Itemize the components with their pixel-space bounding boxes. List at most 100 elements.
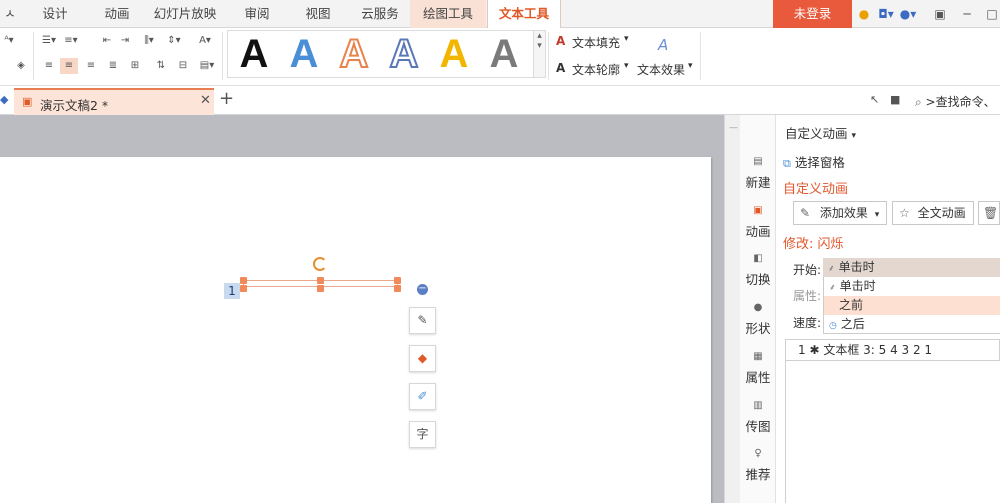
resize-handle[interactable] [394,285,401,292]
collapse-pane-icon[interactable]: — [729,123,738,133]
chevron-down-icon[interactable]: ▾ [688,61,693,71]
document-tab[interactable]: ▣ 演示文稿2 * ✕ [14,88,214,115]
pointer-icon[interactable]: ↖ [870,93,879,106]
justify-icon[interactable]: ≣ [104,58,122,74]
align-right-icon[interactable]: ≡ [82,58,100,74]
gallery-scroll-button[interactable]: ▴ ▾ [534,30,546,78]
chevron-down-icon[interactable]: ▾ [624,34,629,44]
text-effect-button[interactable]: 文本效果 [637,61,685,78]
menu-tab[interactable]: 设计 [30,0,80,28]
vertical-align-icon[interactable]: ⇅ [152,58,170,74]
sidebar-item-label: 形状 [745,321,771,336]
indent-increase-icon[interactable]: ⇥ [116,33,134,49]
login-button[interactable]: 未登录 [773,0,852,28]
full-text-animation-button[interactable]: ☆ 全文动画 [892,201,974,225]
align-left-icon[interactable]: ≡ [40,58,58,74]
outline-icon[interactable]: ✐ [409,383,436,410]
palette-icon[interactable]: ● [857,5,871,23]
select-pane-button[interactable]: ⧉ 选择窗格 [783,152,845,171]
upload-image-icon: ▥ [753,400,763,411]
text-outline-icon[interactable]: A [556,61,565,75]
cube-icon: ◆ [0,93,9,106]
text-style-option[interactable]: A [232,32,276,76]
fill-icon[interactable]: ◆ [409,345,436,372]
help-icon[interactable]: ●▾ [899,5,917,23]
document-tab-bar: ◆ ▣ 演示文稿2 * ✕ + ↖ ■ ⌕ >查找命令、 [0,86,1000,115]
start-select[interactable]: ⸙ 单击时 [823,258,1000,277]
pane-title[interactable]: 自定义动画 ▾ [785,123,856,142]
start-option-click[interactable]: ⸙ 单击时 [823,277,1000,296]
text-direction-icon[interactable]: A▾ [196,33,214,49]
text-fill-button[interactable]: 文本填充 [572,34,620,51]
text-style-option[interactable]: A [332,31,376,77]
animation-list-item[interactable]: 1 ✱ 文本框 3: 5 4 3 2 1 [785,339,1000,361]
bullet-list-icon[interactable]: ☰▾ [40,33,58,49]
sidebar-item-new[interactable]: ▤ 新建 [740,155,776,191]
resize-handle[interactable] [240,285,247,292]
edit-shape-icon[interactable]: ✎ [409,307,436,334]
text-style-gallery: AAAAAA [227,30,534,78]
comment-icon[interactable]: ■ [890,93,900,106]
sidebar-item-transition[interactable]: ◧ 切换 [740,252,776,288]
search-icon: ⌕ [915,95,926,109]
separator [33,32,34,80]
text-fill-icon[interactable]: A [556,34,565,48]
menu-tab[interactable]: 动画 [92,0,142,28]
distribute-icon[interactable]: ⊞ [126,58,144,74]
indent-decrease-icon[interactable]: ⇤ [98,33,116,49]
text-style-option[interactable]: A [432,32,476,76]
text-style-option[interactable]: A [282,32,326,76]
resize-handle[interactable] [240,277,247,284]
find-command[interactable]: ⌕ >查找命令、 [915,93,996,110]
sidebar-item-recommend[interactable]: ♀ 推荐 [740,447,776,483]
text-effect-icon[interactable]: A [658,36,668,54]
start-option-with-previous[interactable]: 之前 [823,296,1000,315]
align-center-icon[interactable]: ≡ [60,58,78,74]
text-style-option[interactable]: A [482,32,526,76]
menu-tab[interactable]: 云服务 [352,0,408,28]
add-tab-button[interactable]: + [219,89,234,109]
text-box-icon[interactable]: ⊟ [174,58,192,74]
tab-text-tools[interactable]: 文本工具 [487,0,561,29]
sidebar-item-animation[interactable]: ▣ 动画 [740,204,776,240]
menu-tab[interactable]: ㅅ [0,0,20,28]
animation-order-badge[interactable]: 1 [224,283,240,299]
line-spacing-icon[interactable]: ⇕▾ [165,33,183,49]
slide-canvas[interactable]: 1 − ✎ ◆ ✐ 字 [0,157,711,503]
resize-handle[interactable] [317,285,324,292]
resize-handle[interactable] [317,277,324,284]
font-size-icon[interactable]: ᴬ▾ [0,33,18,49]
sidebar-item-shape[interactable]: ● 形状 [740,301,776,337]
smart-art-icon[interactable]: ▤▾ [198,58,216,74]
number-list-icon[interactable]: ≡▾ [62,33,80,49]
clear-format-icon[interactable]: ◈ [12,58,30,74]
menu-tab[interactable]: 视图 [293,0,343,28]
text-format-button[interactable]: 字 [409,421,436,448]
modify-heading: 修改: 闪烁 [783,237,844,252]
resize-handle[interactable] [394,277,401,284]
menu-tab[interactable]: 审阅 [232,0,282,28]
mouse-click-icon: ⸙ [829,283,836,293]
restore-icon[interactable]: ▣ [933,5,947,23]
chevron-down-icon: ▾ [874,210,880,220]
text-outline-button[interactable]: 文本轮廓 [572,61,620,78]
pane-splitter[interactable]: — [724,115,740,503]
tab-drawing-tools[interactable]: 绘图工具 [410,0,486,28]
chevron-down-icon[interactable]: ▾ [624,61,629,71]
delete-button[interactable]: 🗑 [978,201,1000,225]
minimize-icon[interactable]: ─ [960,5,974,23]
add-effect-button[interactable]: ✎ 添加效果 ▾ [793,201,887,225]
start-option-after-previous[interactable]: ◷ 之后 [823,315,1000,334]
sidebar-item-label: 属性 [745,370,771,385]
box-icon[interactable]: ◘▾ [877,5,895,23]
collapse-icon[interactable]: − [417,284,428,295]
menu-tab[interactable]: 幻灯片放映 [150,0,220,28]
maximize-icon[interactable]: □ [985,5,999,23]
document-title: 演示文稿2 * [40,98,109,113]
close-icon[interactable]: ✕ [200,93,211,108]
sidebar-item-property[interactable]: ▦ 属性 [740,350,776,386]
text-style-option[interactable]: A [382,31,426,77]
sidebar-item-upload-image[interactable]: ▥ 传图 [740,399,776,435]
columns-icon[interactable]: ⫼▾ [140,33,158,49]
rotate-handle-icon[interactable] [313,257,327,271]
